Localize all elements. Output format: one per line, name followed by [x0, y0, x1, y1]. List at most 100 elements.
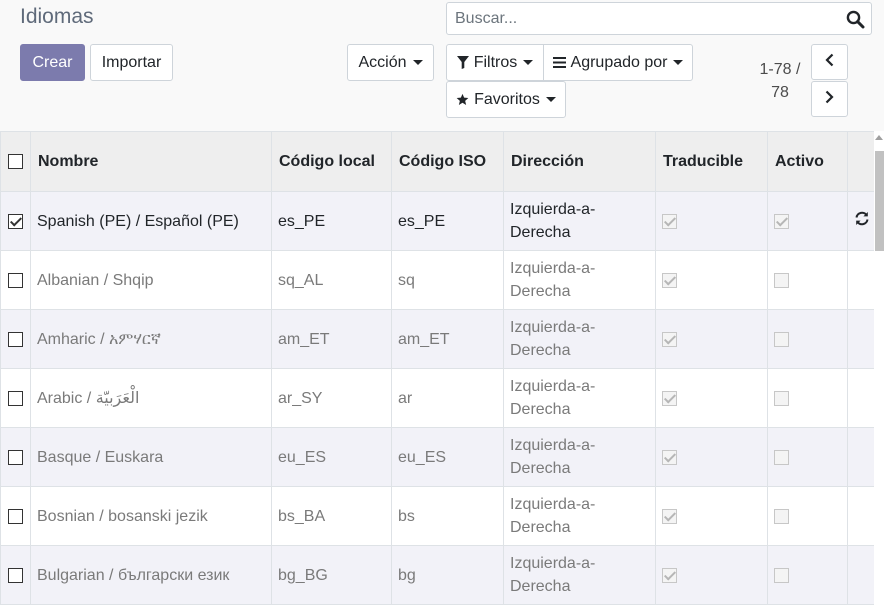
row-select-checkbox[interactable]: [8, 567, 23, 583]
direction-cell[interactable]: Izquierda-a-Derecha: [503, 191, 656, 251]
active-cell: [767, 191, 848, 251]
active-cell: [767, 309, 848, 369]
active-cell: [767, 486, 848, 546]
row-select-checkbox[interactable]: [8, 390, 23, 406]
column-header-direction[interactable]: Dirección: [503, 131, 656, 192]
local-code-cell[interactable]: sq_AL: [271, 250, 392, 310]
table-row[interactable]: Arabic / الْعَرَبيّة ar_SY ar Izquierda-a-D…: [0, 368, 884, 428]
action-label: Acción: [358, 53, 407, 71]
pager-value[interactable]: 1-78 / 78: [752, 58, 808, 104]
row-select-checkbox[interactable]: [8, 449, 23, 465]
active-cell: [767, 250, 848, 310]
search-input[interactable]: [455, 3, 835, 34]
translatable-cell: [655, 545, 768, 605]
search-icon[interactable]: [846, 10, 865, 29]
translatable-checkbox: [662, 390, 677, 406]
table-row[interactable]: Spanish (PE) / Español (PE) es_PE es_PE Izq…: [0, 191, 884, 251]
iso-code-cell[interactable]: eu_ES: [391, 427, 504, 487]
select-all-checkbox[interactable]: [8, 154, 23, 170]
table-row[interactable]: Amharic / አምሃርኛ am_ET am_ET Izquierda-a-Der…: [0, 309, 884, 369]
local-code-cell[interactable]: bs_BA: [271, 486, 392, 546]
active-cell: [767, 427, 848, 487]
page-title: Idiomas: [20, 5, 94, 28]
direction-cell[interactable]: Izquierda-a-Derecha: [503, 486, 656, 546]
direction-cell[interactable]: Izquierda-a-Derecha: [503, 427, 656, 487]
row-select-cell[interactable]: [0, 368, 31, 428]
select-all-cell[interactable]: [0, 131, 31, 192]
row-select-cell[interactable]: [0, 250, 31, 310]
language-name-cell[interactable]: Bosnian / bosanski jezik: [30, 486, 272, 546]
column-header-local-code[interactable]: Código local: [271, 131, 392, 192]
scroll-thumb[interactable]: [875, 151, 884, 251]
translatable-checkbox: [662, 508, 677, 524]
iso-code-cell[interactable]: bs: [391, 486, 504, 546]
language-name-cell[interactable]: Amharic / አምሃርኛ: [30, 309, 272, 369]
direction-cell[interactable]: Izquierda-a-Derecha: [503, 250, 656, 310]
local-code-cell[interactable]: bg_BG: [271, 545, 392, 605]
table-row[interactable]: Bulgarian / български език bg_BG bg Izquier…: [0, 545, 884, 605]
direction-cell[interactable]: Izquierda-a-Derecha: [503, 309, 656, 369]
iso-code-cell[interactable]: es_PE: [391, 191, 504, 251]
row-select-cell[interactable]: [0, 545, 31, 605]
translatable-cell: [655, 368, 768, 428]
language-name-cell[interactable]: Arabic / الْعَرَبيّة: [30, 368, 272, 428]
active-cell: [767, 368, 848, 428]
column-header-translatable[interactable]: Traducible: [655, 131, 768, 192]
iso-code-cell[interactable]: ar: [391, 368, 504, 428]
language-name-cell[interactable]: Spanish (PE) / Español (PE): [30, 191, 272, 251]
translatable-cell: [655, 250, 768, 310]
list-icon: [552, 57, 566, 68]
column-header-name[interactable]: Nombre: [30, 131, 272, 192]
column-header-active[interactable]: Activo: [767, 131, 848, 192]
direction-cell[interactable]: Izquierda-a-Derecha: [503, 368, 656, 428]
favorites-dropdown[interactable]: Favoritos: [446, 81, 566, 118]
row-select-cell[interactable]: [0, 486, 31, 546]
search-box[interactable]: [446, 2, 872, 35]
pager-previous-button[interactable]: [811, 44, 848, 80]
refresh-icon[interactable]: [854, 211, 870, 230]
group-by-label: Agrupado por: [570, 53, 668, 71]
translatable-checkbox: [662, 213, 677, 229]
local-code-cell[interactable]: es_PE: [271, 191, 392, 251]
row-select-checkbox[interactable]: [8, 331, 23, 347]
iso-code-cell[interactable]: sq: [391, 250, 504, 310]
translatable-checkbox: [662, 272, 677, 288]
active-cell: [767, 545, 848, 605]
row-select-checkbox[interactable]: [8, 213, 23, 229]
active-checkbox: [774, 508, 789, 524]
pager-next-button[interactable]: [811, 81, 848, 117]
group-by-dropdown[interactable]: Agrupado por: [543, 44, 693, 81]
row-select-cell[interactable]: [0, 191, 31, 251]
filter-icon: [456, 56, 469, 69]
active-checkbox: [774, 272, 789, 288]
translatable-cell: [655, 309, 768, 369]
iso-code-cell[interactable]: am_ET: [391, 309, 504, 369]
direction-cell[interactable]: Izquierda-a-Derecha: [503, 545, 656, 605]
table-row[interactable]: Bosnian / bosanski jezik bs_BA bs Izquierda…: [0, 486, 884, 546]
scroll-up-arrow-icon[interactable]: [875, 135, 883, 140]
star-icon: [456, 93, 469, 106]
row-select-cell[interactable]: [0, 427, 31, 487]
local-code-cell[interactable]: am_ET: [271, 309, 392, 369]
language-name-cell[interactable]: Basque / Euskara: [30, 427, 272, 487]
row-select-checkbox[interactable]: [8, 272, 23, 288]
language-list-table: Nombre Código local Código ISO Dirección…: [0, 131, 884, 605]
row-select-cell[interactable]: [0, 309, 31, 369]
filters-dropdown[interactable]: Filtros: [446, 44, 544, 81]
language-name-cell[interactable]: Albanian / Shqip: [30, 250, 272, 310]
active-checkbox: [774, 567, 789, 583]
table-row[interactable]: Basque / Euskara eu_ES eu_ES Izquierda-a-De…: [0, 427, 884, 487]
local-code-cell[interactable]: ar_SY: [271, 368, 392, 428]
column-header-iso-code[interactable]: Código ISO: [391, 131, 504, 192]
language-name-cell[interactable]: Bulgarian / български език: [30, 545, 272, 605]
scrollbar[interactable]: [874, 131, 884, 605]
create-button[interactable]: Crear: [20, 44, 85, 81]
action-dropdown[interactable]: Acción: [347, 44, 434, 81]
translatable-cell: [655, 486, 768, 546]
import-button[interactable]: Importar: [90, 44, 173, 81]
table-row[interactable]: Albanian / Shqip sq_AL sq Izquierda-a-Derec…: [0, 250, 884, 310]
iso-code-cell[interactable]: bg: [391, 545, 504, 605]
caret-down-icon: [545, 97, 556, 102]
local-code-cell[interactable]: eu_ES: [271, 427, 392, 487]
row-select-checkbox[interactable]: [8, 508, 23, 524]
